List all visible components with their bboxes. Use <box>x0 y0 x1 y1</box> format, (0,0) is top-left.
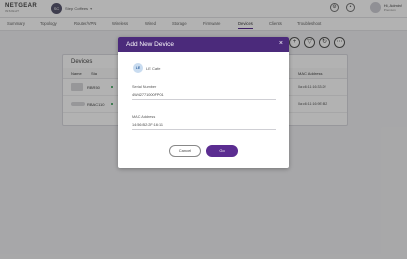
device-type-badge: LE <box>133 63 143 73</box>
serial-number-label: Serial Number <box>132 85 157 89</box>
device-type: LE LE Cafe <box>133 63 160 73</box>
mac-address-label: MAC Address <box>132 115 156 119</box>
mac-address-input[interactable] <box>132 120 276 130</box>
add-device-modal: Add New Device × LE LE Cafe Serial Numbe… <box>118 37 289 168</box>
modal-title: Add New Device <box>126 41 175 48</box>
serial-number-field: Serial Number <box>132 85 276 100</box>
serial-number-input[interactable] <box>132 90 276 100</box>
device-type-label: LE Cafe <box>146 65 161 71</box>
cancel-button[interactable]: Cancel <box>169 145 201 157</box>
close-icon[interactable]: × <box>279 40 283 47</box>
mac-address-field: MAC Address <box>132 115 276 130</box>
modal-header: Add New Device × <box>118 37 289 52</box>
go-button[interactable]: Go <box>206 145 238 157</box>
